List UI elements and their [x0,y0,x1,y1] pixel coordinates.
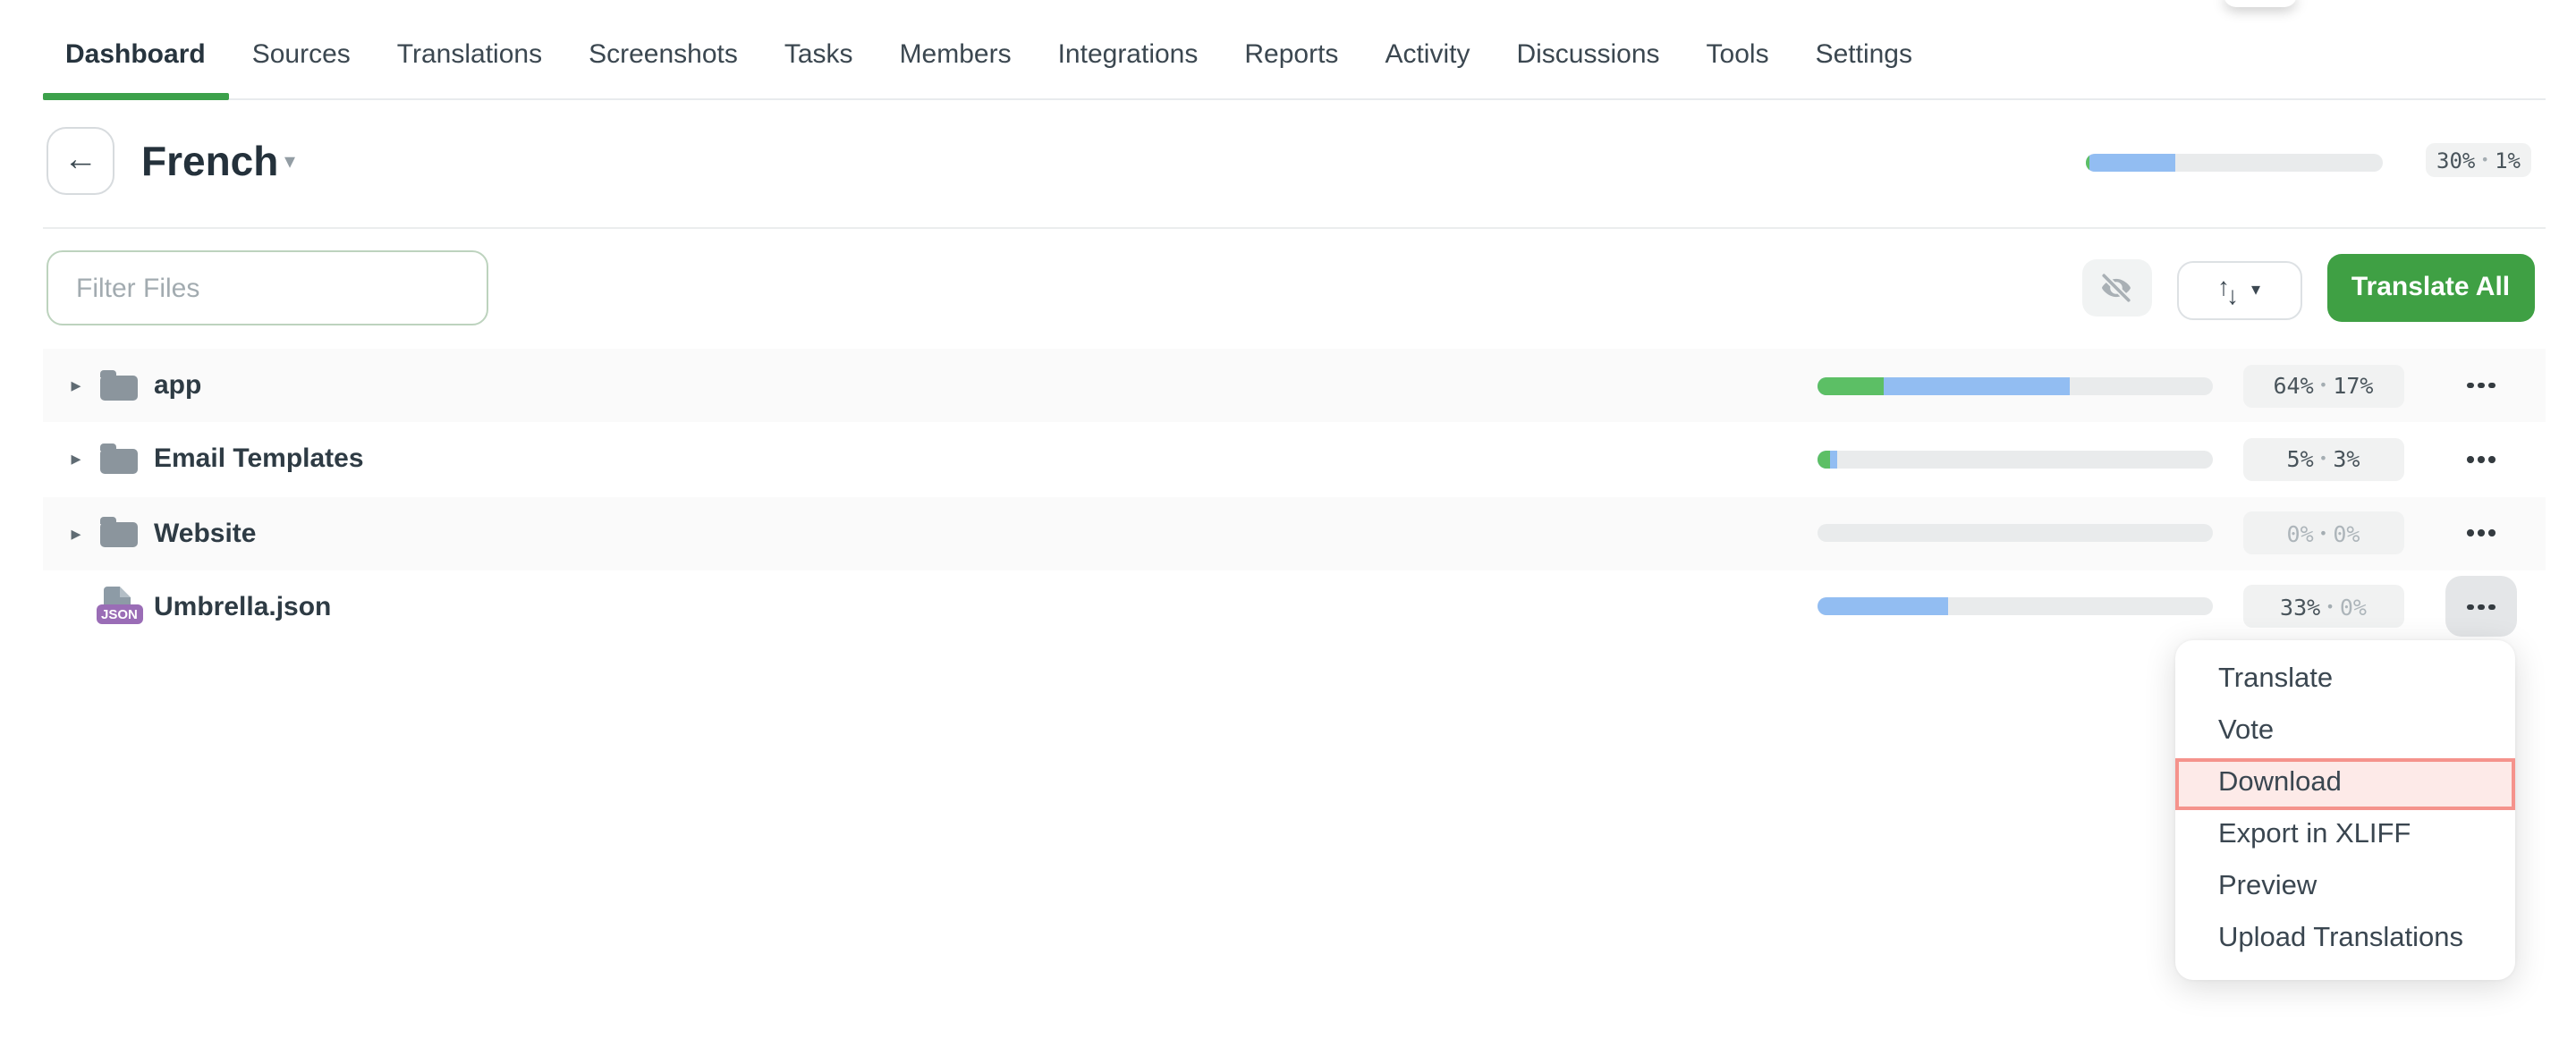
translated-pct: 0% [2287,520,2314,546]
project-dashboard-page: Dashboard Sources Translations Screensho… [0,0,2576,1039]
tab-tools[interactable]: Tools [1683,13,1792,98]
separator-dot: • [2319,452,2328,468]
ellipsis-icon [2467,382,2474,389]
progress-approved [2086,154,2089,172]
translated-pct: 64% [2274,372,2314,399]
file-progress-badge: 5% • 3% [2243,438,2403,481]
ellipsis-icon [2467,530,2474,537]
approved-pct: 0% [2340,594,2367,621]
file-context-menu: Translate Vote Download Export in XLIFF … [2175,639,2514,979]
expand-caret-icon[interactable]: ▸ [64,521,89,545]
tab-screenshots[interactable]: Screenshots [565,13,761,98]
file-name[interactable]: Umbrella.json [154,592,331,622]
separator-dot: • [2319,377,2328,393]
file-list: ▸ app 64% • 17% ▸ Email Templates [42,349,2545,644]
approved-pct: 3% [2333,446,2360,473]
menu-item-upload-translations[interactable]: Upload Translations [2175,913,2514,965]
expand-caret-icon[interactable]: ▸ [64,374,89,397]
approved-pct: 1% [2495,148,2521,173]
progress-approved [1818,451,1829,469]
language-dropdown-caret-icon[interactable]: ▾ [284,148,295,173]
tab-activity[interactable]: Activity [1361,13,1493,98]
folder-icon [99,522,137,547]
language-progress-badge: 30% • 1% [2426,143,2531,177]
eye-off-icon [2097,268,2136,308]
file-name[interactable]: app [154,370,201,401]
file-name[interactable]: Website [154,518,257,548]
sort-button[interactable]: ↑↓ ▾ [2176,261,2301,320]
tab-reports[interactable]: Reports [1221,13,1361,98]
file-progress-bar [1818,451,2212,469]
file-progress-bar [1818,376,2212,394]
toggle-hidden-files-button[interactable] [2081,259,2151,317]
back-arrow-icon: ← [64,141,97,181]
separator-dot: • [2480,152,2489,168]
sort-arrows-icon: ↑↓ [2217,276,2235,305]
file-progress-bar [1818,524,2212,542]
menu-item-translate[interactable]: Translate [2175,654,2514,705]
file-progress-badge: 0% • 0% [2243,511,2403,554]
json-file-type-badge: JSON [96,605,143,624]
file-name[interactable]: Email Templates [154,444,364,475]
approved-pct: 0% [2333,520,2360,546]
row-menu-button-active[interactable] [2445,577,2517,638]
row-menu-button[interactable] [2445,429,2517,490]
ellipsis-icon [2467,456,2474,463]
tab-sources[interactable]: Sources [229,13,374,98]
expand-caret-icon[interactable]: ▸ [64,448,89,471]
approved-pct: 17% [2333,372,2373,399]
menu-item-vote[interactable]: Vote [2175,705,2514,757]
tab-integrations[interactable]: Integrations [1035,13,1222,98]
menu-item-export-xliff[interactable]: Export in XLIFF [2175,809,2514,861]
file-progress-bar [1818,598,2212,616]
translated-pct: 33% [2280,594,2320,621]
page-title: French [141,138,278,186]
file-row-website[interactable]: ▸ Website 0% • 0% [42,496,2545,570]
file-progress-badge: 64% • 17% [2243,364,2403,407]
json-file-icon: JSON [103,587,130,621]
tab-dashboard[interactable]: Dashboard [42,13,229,98]
tab-members[interactable]: Members [877,13,1035,98]
separator-dot: • [2319,525,2328,541]
ellipsis-icon [2467,604,2474,611]
tab-translations[interactable]: Translations [374,13,565,98]
sort-caret-icon: ▾ [2251,281,2260,300]
menu-item-preview[interactable]: Preview [2175,861,2514,913]
progress-approved [1818,376,1885,394]
tab-tasks[interactable]: Tasks [761,13,877,98]
progress-translated [1818,598,1948,616]
header-divider [43,227,2545,229]
file-row-app[interactable]: ▸ app 64% • 17% [42,349,2545,423]
tab-settings[interactable]: Settings [1792,13,1936,98]
folder-icon [99,375,137,400]
file-row-email-templates[interactable]: ▸ Email Templates 5% • 3% [42,423,2545,497]
file-progress-badge: 33% • 0% [2243,586,2403,629]
translate-all-button[interactable]: Translate All [2327,253,2534,322]
filter-files-input[interactable] [46,250,487,325]
progress-translated [2086,154,2175,172]
separator-dot: • [2326,599,2334,615]
row-menu-button[interactable] [2445,503,2517,563]
top-nav: Dashboard Sources Translations Screensho… [42,0,2545,99]
file-row-umbrella-json[interactable]: JSON Umbrella.json 33% • 0% [42,570,2545,645]
translated-pct: 5% [2287,446,2314,473]
folder-icon [99,449,137,474]
back-button[interactable]: ← [47,127,114,195]
menu-item-download[interactable]: Download [2175,757,2514,809]
row-menu-button[interactable] [2445,355,2517,416]
language-progress-bar [2086,154,2383,172]
tab-discussions[interactable]: Discussions [1493,13,1682,98]
translated-pct: 30% [2436,148,2475,173]
